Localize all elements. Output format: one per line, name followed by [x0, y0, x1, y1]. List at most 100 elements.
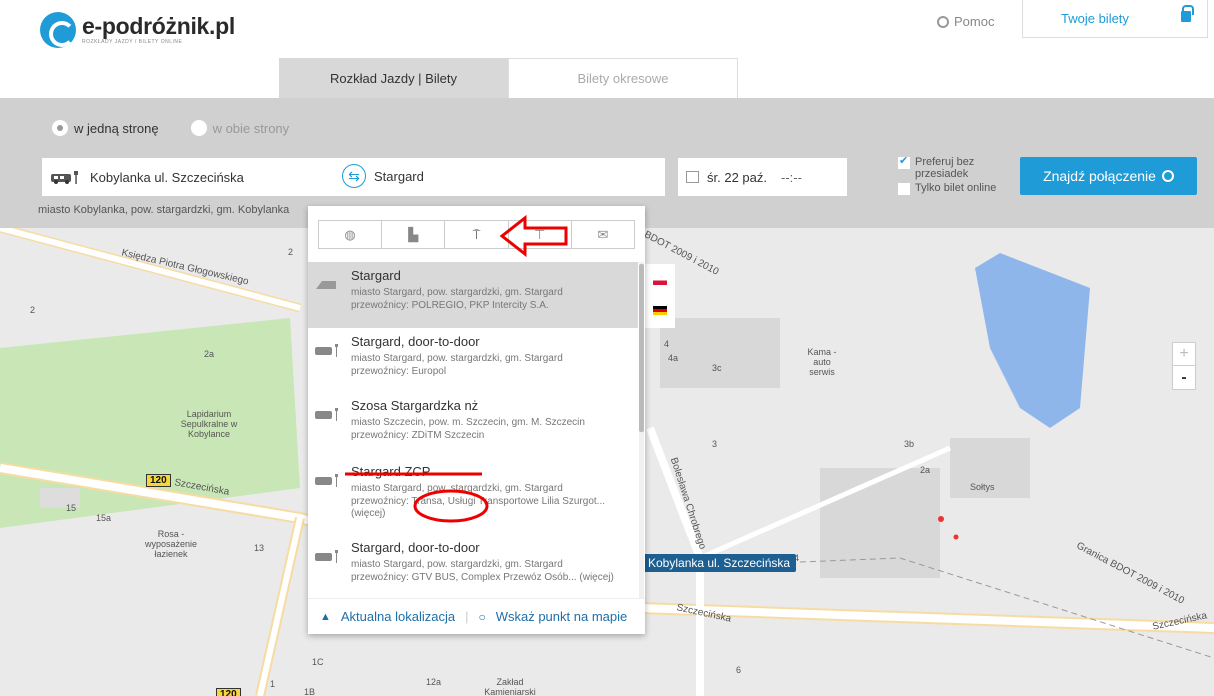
- your-tickets-button[interactable]: Twoje bilety: [1022, 0, 1208, 38]
- suggestion-carriers: przewoźnicy: Transa, Usługi Transportowe…: [351, 495, 605, 507]
- radio-dot: [190, 120, 207, 136]
- options-checkboxes: Preferuj bez przesiadek Tylko bilet onli…: [898, 155, 997, 197]
- suggestion-name: Stargard, door-to-door: [351, 540, 480, 555]
- time-input[interactable]: --:--: [781, 170, 802, 185]
- filter-signpost-tab[interactable]: ⊤: [509, 221, 572, 248]
- stop-post-icon: ⍑: [472, 226, 481, 242]
- suggestion-name: Stargard, door-to-door: [351, 334, 480, 349]
- suggestion-location: miasto Stargard, pow. stargardzki, gm. S…: [351, 353, 563, 365]
- suggestions-dropdown: ◍ ▙ ⍑ ⊤ ✉ Stargard miasto Stargard, pow.…: [308, 206, 645, 634]
- filter-stop-tab[interactable]: ⍑: [445, 221, 509, 248]
- place-label: Zakład Kamieniarski: [484, 677, 536, 696]
- suggestion-name: Stargard ZCP: [351, 464, 431, 479]
- house-number: 15: [66, 503, 77, 513]
- from-hint: miasto Kobylanka, pow. stargardzki, gm. …: [38, 204, 290, 216]
- logo-icon: [40, 12, 76, 48]
- route-input-box: Kobylanka ul. Szczecińska ⇆ Stargard: [42, 158, 665, 196]
- checkbox-box: [898, 155, 910, 169]
- map-pin-icon: ○: [478, 609, 486, 624]
- location-arrow-icon: ▲: [320, 610, 331, 623]
- suggestion-item[interactable]: Stargard ZCP miasto Stargard, pow. starg…: [308, 458, 638, 534]
- online-only-checkbox[interactable]: Tylko bilet online: [898, 182, 997, 196]
- suggestion-carriers: przewoźnicy: POLREGIO, PKP Intercity S.A…: [351, 299, 549, 311]
- help-label: Pomoc: [954, 14, 995, 29]
- house-number: 13: [254, 543, 265, 553]
- round-trip-radio[interactable]: w obie strony: [190, 120, 289, 136]
- bus-stop-icon: [315, 550, 338, 563]
- to-input[interactable]: Stargard: [374, 169, 424, 184]
- pick-on-map-link[interactable]: Wskaż punkt na mapie: [496, 609, 628, 624]
- suggestion-carriers: przewoźnicy: GTV BUS, Complex Przewóz Os…: [351, 571, 614, 583]
- building-icon: ▙: [408, 226, 419, 242]
- date-input[interactable]: śr. 22 paź.: [707, 170, 767, 185]
- house-number: 2: [288, 247, 294, 257]
- footer-divider: |: [465, 609, 469, 624]
- bus-stop-icon: [315, 408, 338, 421]
- one-way-radio[interactable]: w jedną stronę: [52, 120, 159, 136]
- suggestion-item[interactable]: Stargard miasto Stargard, pow. stargardz…: [308, 262, 638, 328]
- filter-globe-tab[interactable]: ◍: [319, 221, 383, 248]
- from-input[interactable]: Kobylanka ul. Szczecińska: [90, 170, 244, 185]
- more-carriers-link[interactable]: (więcej): [351, 508, 638, 521]
- suggestion-location: miasto Stargard, pow. stargardzki, gm. S…: [351, 559, 563, 571]
- suggestion-name: Stargard: [351, 268, 401, 283]
- app-root: e-podróżnik.pl ROZKŁADY JAZDY / BILETY O…: [0, 0, 1214, 696]
- language-flags: [645, 264, 675, 328]
- house-number: 2a: [920, 465, 931, 475]
- current-location-link[interactable]: Aktualna lokalizacja: [341, 609, 455, 624]
- lifebuoy-icon: [937, 15, 949, 28]
- place-label: Lapidarium Sepulkralne w Kobylance: [180, 409, 238, 439]
- signpost-icon: ⊤: [534, 226, 546, 242]
- online-only-label: Tylko bilet online: [915, 182, 997, 195]
- house-number: 15a: [96, 513, 112, 523]
- house-number: 1C: [312, 657, 324, 667]
- date-time-box: śr. 22 paź. --:--: [678, 158, 847, 196]
- suggestion-item[interactable]: Stargard, door-to-door miasto Stargard, …: [308, 534, 638, 598]
- house-number: 4a: [668, 353, 679, 363]
- swap-icon: ⇆: [348, 167, 360, 184]
- tab-season-tickets[interactable]: Bilety okresowe: [508, 58, 738, 98]
- house-number: 6: [736, 665, 742, 675]
- suggestion-filter-tabs: ◍ ▙ ⍑ ⊤ ✉: [318, 220, 635, 249]
- flag-pl-icon[interactable]: [653, 276, 667, 285]
- globe-icon: ◍: [344, 226, 356, 242]
- suggestion-item[interactable]: Szosa Stargardzka nż miasto Szczecin, po…: [308, 392, 638, 458]
- header: e-podróżnik.pl ROZKŁADY JAZDY / BILETY O…: [0, 0, 1214, 98]
- house-number: 3b: [904, 439, 915, 449]
- bus-stop-icon: [51, 171, 78, 184]
- house-number: 4: [664, 339, 670, 349]
- zoom-out-button[interactable]: -: [1173, 366, 1195, 389]
- filter-building-tab[interactable]: ▙: [382, 221, 446, 248]
- zoom-in-button[interactable]: +: [1173, 343, 1195, 366]
- suggestion-name: Szosa Stargardzka nż: [351, 398, 479, 413]
- house-number: 12a: [426, 677, 442, 687]
- scrollbar-thumb[interactable]: [639, 264, 644, 432]
- filter-envelope-tab[interactable]: ✉: [572, 221, 634, 248]
- train-icon: [316, 281, 336, 289]
- find-connection-label: Znajdź połączenie: [1043, 168, 1156, 184]
- lock-icon: [1181, 5, 1194, 22]
- tab-timetable-tickets[interactable]: Rozkład Jazdy | Bilety: [279, 58, 508, 98]
- find-connection-button[interactable]: Znajdź połączenie: [1020, 157, 1197, 195]
- logo-subtitle: ROZKŁADY JAZDY / BILETY ONLINE: [82, 39, 183, 45]
- zoom-control: + -: [1172, 342, 1196, 390]
- flag-de-icon[interactable]: [653, 306, 667, 315]
- search-icon: [1161, 170, 1174, 182]
- house-number: 1B: [304, 687, 316, 696]
- prefer-direct-label: Preferuj bez przesiadek: [915, 156, 975, 181]
- suggestion-location: miasto Stargard, pow. stargardzki, gm. S…: [351, 287, 563, 299]
- suggestion-scrollbar[interactable]: [639, 262, 644, 598]
- swap-direction-button[interactable]: ⇆: [342, 164, 366, 188]
- prefer-direct-checkbox[interactable]: Preferuj bez przesiadek: [898, 155, 996, 181]
- house-number: 1: [270, 679, 276, 689]
- bus-stop-icon: [315, 344, 338, 357]
- help-link[interactable]: Pomoc: [937, 14, 994, 29]
- house-number: 3c: [712, 363, 722, 373]
- map-stop-label[interactable]: Kobylanka ul. Szczecińska: [642, 554, 797, 572]
- logo[interactable]: e-podróżnik.pl ROZKŁADY JAZDY / BILETY O…: [40, 12, 235, 48]
- place-label: Kama - auto serwis: [807, 347, 837, 377]
- house-number: 2a: [204, 349, 215, 359]
- house-number: 2: [30, 305, 36, 315]
- bus-stop-icon: [315, 474, 338, 487]
- suggestion-item[interactable]: Stargard, door-to-door miasto Stargard, …: [308, 328, 638, 392]
